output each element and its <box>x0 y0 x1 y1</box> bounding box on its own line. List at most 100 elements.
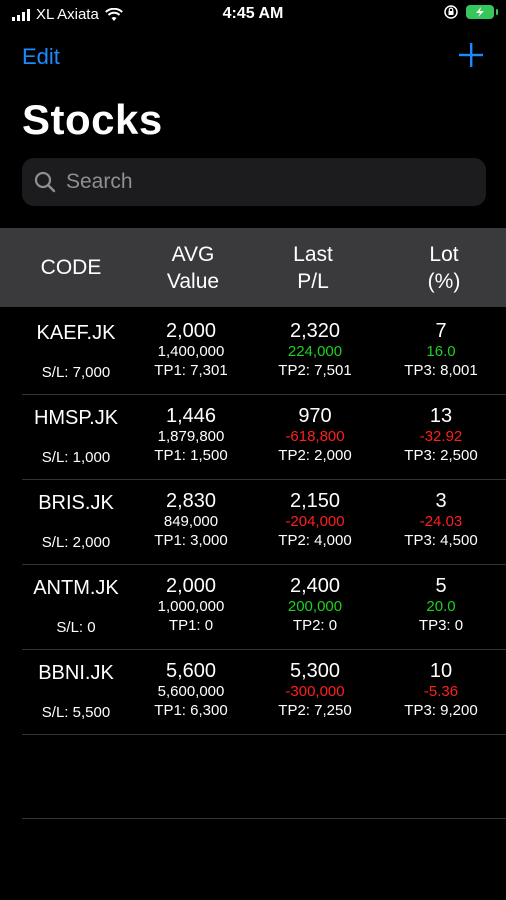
percent-change: -24.03 <box>419 513 463 530</box>
search-input[interactable] <box>64 169 448 195</box>
code-cell: BBNI.JK S/L: 5,500 <box>22 660 130 734</box>
stop-loss: S/L: 1,000 <box>41 449 111 466</box>
lot-cell: 7 16.0 TP3: 8,001 <box>378 320 504 394</box>
status-time: 4:45 AM <box>222 5 284 22</box>
lot-count: 5 <box>435 575 447 597</box>
stock-list: KAEF.JK S/L: 7,000 2,000 1,400,000 TP1: … <box>0 310 506 735</box>
rotation-lock-icon <box>444 5 458 19</box>
avg-price: 5,600 <box>165 660 217 682</box>
page-title: Stocks <box>22 96 163 143</box>
code-cell: HMSP.JK S/L: 1,000 <box>22 405 130 479</box>
stock-code: HMSP.JK <box>33 407 119 429</box>
divider <box>22 818 506 819</box>
header-last-line1: Last <box>293 242 333 266</box>
profit-loss: -618,800 <box>285 428 345 445</box>
tp2: TP2: 4,000 <box>278 532 352 549</box>
stock-row[interactable]: KAEF.JK S/L: 7,000 2,000 1,400,000 TP1: … <box>22 310 506 395</box>
battery-icon <box>466 5 498 19</box>
status-right <box>444 5 498 19</box>
stop-loss: S/L: 2,000 <box>41 534 111 551</box>
last-cell: 970 -618,800 TP2: 2,000 <box>252 405 378 479</box>
avg-price: 2,000 <box>165 320 217 342</box>
avg-value: 1,000,000 <box>157 598 225 615</box>
header-code-label: CODE <box>40 256 102 279</box>
avg-value: 1,400,000 <box>157 343 225 360</box>
stock-code: KAEF.JK <box>36 322 116 344</box>
avg-cell: 2,000 1,400,000 TP1: 7,301 <box>130 320 252 394</box>
stock-row[interactable]: ANTM.JK S/L: 0 2,000 1,000,000 TP1: 0 2,… <box>22 565 506 650</box>
tp2: TP2: 2,000 <box>278 447 352 464</box>
stop-loss: S/L: 7,000 <box>41 364 111 381</box>
header-lot-line1: Lot <box>429 242 459 266</box>
stock-row[interactable]: BRIS.JK S/L: 2,000 2,830 849,000 TP1: 3,… <box>22 480 506 565</box>
tp3: TP3: 8,001 <box>404 362 478 379</box>
tp3: TP3: 4,500 <box>404 532 478 549</box>
percent-change: -5.36 <box>423 683 459 700</box>
table-header: CODE AVG Value Last P/L Lot (%) <box>0 228 506 307</box>
avg-cell: 5,600 5,600,000 TP1: 6,300 <box>130 660 252 734</box>
header-avg-line1: AVG <box>171 242 215 266</box>
search-bar[interactable] <box>22 158 486 206</box>
avg-value: 1,879,800 <box>157 428 225 445</box>
last-cell: 2,150 -204,000 TP2: 4,000 <box>252 490 378 564</box>
lot-count: 10 <box>429 660 453 682</box>
percent-change: 20.0 <box>426 598 456 615</box>
tp3: TP3: 0 <box>418 617 464 634</box>
lot-count: 13 <box>429 405 453 427</box>
avg-cell: 1,446 1,879,800 TP1: 1,500 <box>130 405 252 479</box>
avg-price: 1,446 <box>165 405 217 427</box>
lot-cell: 3 -24.03 TP3: 4,500 <box>378 490 504 564</box>
percent-change: -32.92 <box>419 428 463 445</box>
tp2: TP2: 7,250 <box>278 702 352 719</box>
tp1: TP1: 6,300 <box>154 702 228 719</box>
status-bar: XL Axiata 4:45 AM <box>0 0 506 30</box>
header-lot-pct[interactable]: Lot (%) <box>382 241 506 295</box>
avg-value: 5,600,000 <box>157 683 225 700</box>
avg-value: 849,000 <box>163 513 219 530</box>
last-price: 5,300 <box>289 660 341 682</box>
code-cell: KAEF.JK S/L: 7,000 <box>22 320 130 394</box>
tp3: TP3: 9,200 <box>404 702 478 719</box>
last-price: 2,400 <box>289 575 341 597</box>
plus-icon[interactable] <box>458 42 484 68</box>
lot-cell: 10 -5.36 TP3: 9,200 <box>378 660 504 734</box>
tp3: TP3: 2,500 <box>404 447 478 464</box>
lot-count: 3 <box>435 490 447 512</box>
header-avg-value[interactable]: AVG Value <box>142 241 244 295</box>
last-price: 2,150 <box>289 490 341 512</box>
tp2: TP2: 0 <box>292 617 338 634</box>
edit-button[interactable]: Edit <box>22 44 60 70</box>
last-cell: 5,300 -300,000 TP2: 7,250 <box>252 660 378 734</box>
header-code[interactable]: CODE <box>0 254 142 281</box>
stock-code: BRIS.JK <box>38 492 114 514</box>
tp1: TP1: 0 <box>168 617 214 634</box>
profit-loss: -204,000 <box>285 513 345 530</box>
stock-code: BBNI.JK <box>38 662 114 684</box>
code-cell: BRIS.JK S/L: 2,000 <box>22 490 130 564</box>
header-lot-line2: (%) <box>427 269 461 293</box>
profit-loss: 224,000 <box>287 343 343 360</box>
last-price: 2,320 <box>289 320 341 342</box>
avg-cell: 2,830 849,000 TP1: 3,000 <box>130 490 252 564</box>
tp1: TP1: 3,000 <box>154 532 228 549</box>
header-avg-line2: Value <box>166 269 220 293</box>
last-price: 970 <box>298 405 332 427</box>
code-cell: ANTM.JK S/L: 0 <box>22 575 130 649</box>
stop-loss: S/L: 0 <box>56 619 96 636</box>
avg-cell: 2,000 1,000,000 TP1: 0 <box>130 575 252 649</box>
stock-row[interactable]: BBNI.JK S/L: 5,500 5,600 5,600,000 TP1: … <box>22 650 506 735</box>
tp2: TP2: 7,501 <box>278 362 352 379</box>
header-last-line2: P/L <box>297 269 329 293</box>
stock-code: ANTM.JK <box>33 577 119 599</box>
avg-price: 2,000 <box>165 575 217 597</box>
profit-loss: 200,000 <box>287 598 343 615</box>
stop-loss: S/L: 5,500 <box>41 704 111 721</box>
lot-cell: 13 -32.92 TP3: 2,500 <box>378 405 504 479</box>
tp1: TP1: 7,301 <box>154 362 228 379</box>
header-last-pl[interactable]: Last P/L <box>244 241 382 295</box>
lot-cell: 5 20.0 TP3: 0 <box>378 575 504 649</box>
stock-row[interactable]: HMSP.JK S/L: 1,000 1,446 1,879,800 TP1: … <box>22 395 506 480</box>
search-icon <box>34 171 56 193</box>
tp1: TP1: 1,500 <box>154 447 228 464</box>
last-cell: 2,320 224,000 TP2: 7,501 <box>252 320 378 394</box>
